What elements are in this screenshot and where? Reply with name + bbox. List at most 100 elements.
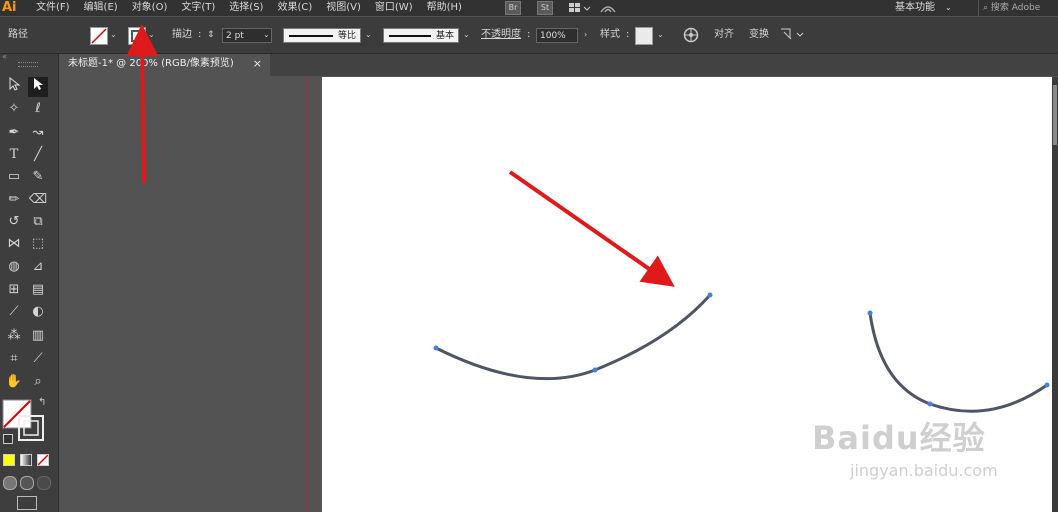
close-icon[interactable]: ×: [253, 54, 262, 74]
menu-window[interactable]: 窗口(W): [375, 0, 413, 16]
menu-items: 文件(F) 编辑(E) 对象(O) 文字(T) 选择(S) 效果(C) 视图(V…: [36, 0, 476, 16]
rectangle-tool-icon[interactable]: ▭: [4, 167, 24, 187]
toolbox-collapse-icon[interactable]: «: [2, 52, 7, 61]
column-graph-tool-icon[interactable]: ▥: [28, 326, 48, 346]
fill-swatch[interactable]: [90, 27, 108, 45]
hand-tool-icon[interactable]: ✋: [4, 372, 24, 392]
style-label: 样式: [600, 29, 620, 40]
stroke-label-colon: :: [198, 29, 202, 40]
isolate-object-icon[interactable]: [780, 28, 806, 42]
menu-object[interactable]: 对象(O): [132, 0, 168, 16]
control-bar: 路径 ⌄ ⌄ 描边 : ⇕ 2 pt ⌄ 等比 ⌄ 基本 ⌄ 不透明度 : 10…: [0, 17, 1058, 54]
baidu-watermark: Baidu经验 jingyan.baidu.com: [810, 413, 1010, 483]
align-button[interactable]: 对齐: [714, 27, 734, 43]
graphic-style-swatch[interactable]: [635, 27, 653, 45]
rotate-tool-icon[interactable]: ↺: [4, 212, 24, 232]
zoom-tool-icon[interactable]: ⌕: [28, 372, 48, 392]
watermark-url: jingyan.baidu.com: [850, 461, 998, 480]
app-logo: Ai: [2, 0, 17, 15]
workspace-label: 基本功能: [895, 2, 935, 13]
bleed-guide-line: [306, 77, 307, 512]
stroke-label[interactable]: 描边: [172, 27, 192, 43]
menu-app-icons: Br St: [505, 0, 617, 16]
width-tool-icon[interactable]: ⋈: [4, 234, 24, 254]
bridge-badge-button[interactable]: Br: [505, 1, 521, 15]
document-tab[interactable]: 未标题-1* @ 200% (RGB/像素预览) ×: [60, 54, 270, 76]
brush-definition[interactable]: 基本: [383, 28, 459, 43]
shape-builder-tool-icon[interactable]: ◍: [4, 257, 24, 277]
menu-view[interactable]: 视图(V): [326, 0, 361, 16]
style-dropdown-icon[interactable]: ⌄: [657, 27, 667, 43]
menu-file[interactable]: 文件(F): [36, 0, 70, 16]
search-field[interactable]: ⌕ 搜索 Adobe: [978, 0, 1058, 16]
stroke-swatch[interactable]: [128, 27, 146, 45]
brush-dropdown-icon[interactable]: ⌄: [463, 27, 473, 43]
perspective-grid-tool-icon[interactable]: ⊿: [28, 257, 48, 277]
type-tool-icon[interactable]: T: [4, 145, 24, 165]
stock-badge-button[interactable]: St: [537, 1, 553, 15]
workspace-switcher[interactable]: 基本功能 ⌄: [895, 0, 952, 16]
search-placeholder: 搜索 Adobe: [990, 3, 1041, 13]
recolor-artwork-icon[interactable]: [683, 27, 699, 43]
toolbox-grip[interactable]: [18, 62, 38, 67]
stroke-dropdown-icon[interactable]: ⌄: [148, 27, 158, 43]
brush-label: 基本: [435, 31, 454, 41]
menu-effect[interactable]: 效果(C): [277, 0, 312, 16]
scale-tool-icon[interactable]: ⧉: [28, 212, 48, 232]
opacity-arrow-icon[interactable]: ›: [584, 27, 594, 43]
search-icon: ⌕: [983, 3, 989, 13]
selection-tool-icon[interactable]: [28, 77, 48, 97]
arrange-documents-icon[interactable]: [569, 2, 591, 14]
slice-tool-icon[interactable]: ⟋: [28, 349, 48, 369]
transform-button[interactable]: 变换: [749, 27, 769, 43]
watermark-brand: Baidu经验: [812, 419, 986, 457]
vertical-scrollbar-thumb[interactable]: [1053, 85, 1057, 145]
symbol-sprayer-tool-icon[interactable]: ⁂: [4, 326, 24, 346]
eraser-tool-icon[interactable]: ⌫: [28, 190, 48, 210]
pen-tool-icon[interactable]: ✒: [4, 123, 24, 143]
stroke-stepper-icon[interactable]: ⇕: [207, 27, 215, 43]
curvature-tool-icon[interactable]: ↝: [28, 123, 48, 143]
paintbrush-tool-icon[interactable]: ✎: [28, 167, 48, 187]
opacity-label[interactable]: 不透明度: [481, 27, 521, 43]
selection-type-label: 路径: [8, 29, 28, 40]
menu-help[interactable]: 帮助(H): [427, 0, 462, 16]
none-fill-icon: [91, 28, 107, 44]
draw-inside-icon[interactable]: [37, 476, 51, 490]
default-fill-stroke-icon[interactable]: [3, 434, 13, 444]
menu-type[interactable]: 文字(T): [181, 0, 215, 16]
menu-edit[interactable]: 编辑(E): [84, 0, 118, 16]
screen-mode-icon[interactable]: [17, 496, 37, 510]
free-transform-tool-icon[interactable]: ⬚: [28, 234, 48, 254]
style-label-colon: :: [626, 29, 630, 40]
none-mode-button[interactable]: [37, 454, 49, 466]
menu-bar: Ai 文件(F) 编辑(E) 对象(O) 文字(T) 选择(S) 效果(C) 视…: [0, 0, 1058, 16]
blend-tool-icon[interactable]: ◐: [28, 302, 48, 322]
lasso-tool-icon[interactable]: ℓ: [28, 99, 48, 119]
profile-label: 等比: [337, 31, 356, 41]
swap-fill-stroke-icon[interactable]: ↰: [38, 397, 46, 408]
magic-wand-tool-icon[interactable]: ✧: [4, 99, 24, 119]
gradient-tool-icon[interactable]: ▤: [28, 280, 48, 300]
line-segment-tool-icon[interactable]: ╱: [28, 145, 48, 165]
gradient-mode-button[interactable]: [20, 454, 32, 466]
eyedropper-tool-icon[interactable]: ⟋: [4, 302, 24, 322]
stroke-weight-dropdown-icon[interactable]: ⌄: [263, 27, 273, 43]
menu-select[interactable]: 选择(S): [229, 0, 263, 16]
document-tab-bar: 未标题-1* @ 200% (RGB/像素预览) ×: [60, 54, 1058, 76]
opacity-label-colon: :: [527, 29, 531, 40]
fill-dropdown-icon[interactable]: ⌄: [110, 27, 120, 43]
opacity-input[interactable]: 100%: [536, 28, 578, 43]
mesh-tool-icon[interactable]: ⊞: [4, 280, 24, 300]
color-mode-button[interactable]: [3, 454, 15, 466]
chevron-down-icon: ⌄: [945, 3, 952, 12]
profile-dropdown-icon[interactable]: ⌄: [365, 27, 375, 43]
document-tab-title: 未标题-1* @ 200% (RGB/像素预览): [68, 58, 234, 69]
variable-width-profile[interactable]: 等比: [283, 28, 361, 43]
gpu-performance-icon[interactable]: [599, 2, 617, 14]
draw-normal-icon[interactable]: [3, 476, 17, 490]
shaper-tool-icon[interactable]: ✏: [4, 190, 24, 210]
artboard-tool-icon[interactable]: ⌗: [4, 349, 24, 369]
direct-selection-tool-icon[interactable]: [4, 76, 24, 97]
draw-behind-icon[interactable]: [20, 476, 34, 490]
